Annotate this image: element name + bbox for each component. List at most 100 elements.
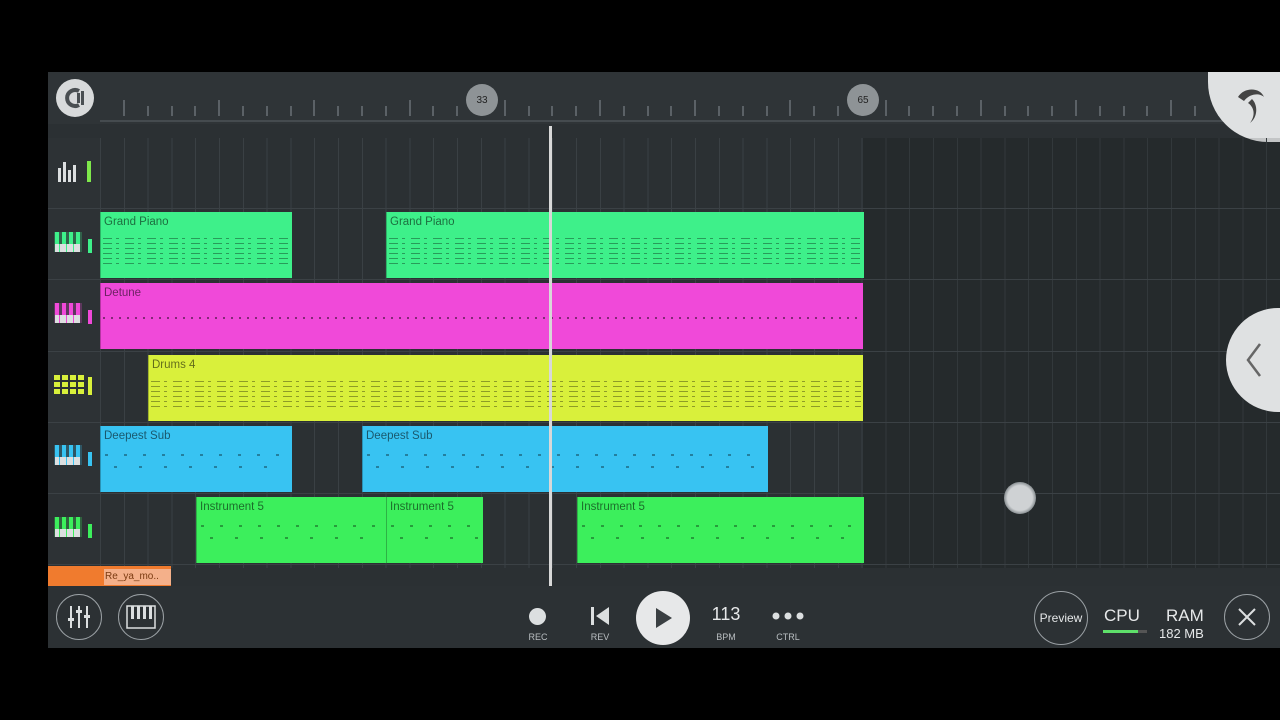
ruler-tick <box>313 100 316 116</box>
bar-marker[interactable]: 33 <box>466 84 498 116</box>
ruler-tick <box>146 106 149 116</box>
playhead[interactable] <box>549 126 552 586</box>
pattern-clip[interactable]: Grand Piano <box>386 212 864 279</box>
ruler-tick <box>1051 106 1054 116</box>
ruler-tick <box>694 100 697 116</box>
track-divider <box>48 350 1280 352</box>
clip-note-preview <box>201 515 382 555</box>
track-header[interactable] <box>48 138 100 208</box>
pattern-clip[interactable]: Instrument 5 <box>196 497 386 563</box>
pattern-clip[interactable]: Drums 4 <box>148 354 863 421</box>
preview-button[interactable]: Preview <box>1034 591 1088 645</box>
bpm-label: BPM <box>716 632 736 642</box>
ruler-tick <box>1027 106 1030 116</box>
ram-value: 182 MB <box>1159 626 1204 641</box>
ruler-tick <box>1003 106 1006 116</box>
pattern-clip-label: Grand Piano <box>104 216 169 229</box>
timeline-ruler[interactable]: 33 65 <box>48 72 1280 142</box>
ruler-tick <box>265 106 268 116</box>
ruler-tick <box>979 100 982 116</box>
clip-note-preview <box>582 515 860 555</box>
audio-clip[interactable]: Re_ya_mo.. <box>48 566 171 586</box>
clip-note-preview <box>391 515 479 555</box>
ruler-tick <box>194 106 197 116</box>
ruler-tick <box>1146 106 1149 116</box>
chevron-left-icon <box>1246 343 1261 377</box>
ruler-tick <box>670 106 673 116</box>
track-header[interactable] <box>48 280 100 351</box>
fl-studio-mobile: 33 65 Grand Piano Grand Piano Detune Drums … <box>48 72 1280 648</box>
ruler-tick <box>599 100 601 116</box>
audio-clip-label: Re_ya_mo.. <box>104 569 171 585</box>
bar-marker[interactable]: 65 <box>847 84 879 116</box>
ruler-tick <box>123 100 125 116</box>
ctrl-button[interactable] <box>770 606 806 626</box>
ruler-tick <box>551 106 554 116</box>
pattern-clip[interactable]: Instrument 5 <box>577 497 864 563</box>
track-divider <box>48 493 1280 494</box>
cpu-label: CPU <box>1104 606 1140 625</box>
pattern-clip-label: Instrument 5 <box>200 501 264 513</box>
bar-marker-label: 65 <box>857 94 869 106</box>
track-divider <box>48 421 1280 423</box>
ruler-tick <box>908 106 911 116</box>
mixer-icon <box>54 156 94 191</box>
track-header[interactable] <box>48 209 100 280</box>
ruler-tick <box>408 100 411 116</box>
ruler-tick <box>218 100 221 116</box>
bpm-value[interactable]: 113 <box>702 604 750 625</box>
close-button[interactable] <box>1224 594 1270 640</box>
clip-note-preview <box>103 238 290 269</box>
pattern-clip[interactable]: Deepest Sub <box>362 425 768 492</box>
scroll-handle[interactable] <box>1004 482 1036 514</box>
ruler-tick <box>1194 106 1196 116</box>
track-header[interactable] <box>48 422 100 493</box>
ruler-tick <box>289 106 292 116</box>
pattern-clip[interactable]: Instrument 5 <box>386 497 483 563</box>
piano-keys-icon <box>126 605 156 629</box>
ruler-tick <box>718 106 720 116</box>
clip-note-preview <box>103 317 861 320</box>
app-menu-button[interactable] <box>56 79 94 117</box>
pattern-clip-label: Detune <box>104 287 142 300</box>
ruler-tick <box>1122 106 1125 116</box>
ruler-baseline <box>100 120 1280 122</box>
pattern-clip-label: Grand Piano <box>390 216 455 229</box>
pattern-clip-label: Instrument 5 <box>581 501 645 513</box>
pattern-clip[interactable]: Deepest Sub <box>100 425 292 492</box>
more-dots-icon <box>772 612 804 620</box>
ruler-tick <box>622 106 625 116</box>
rewind-button[interactable] <box>586 604 614 628</box>
ruler-tick <box>242 106 244 116</box>
ruler-tick <box>837 106 839 116</box>
pattern-clip[interactable]: Detune <box>100 283 863 350</box>
track-divider <box>48 279 1280 281</box>
ruler-tick <box>432 106 435 116</box>
fruit-menu-button[interactable] <box>1208 72 1280 142</box>
record-button[interactable] <box>529 608 546 625</box>
pattern-clip-label: Deepest Sub <box>366 429 433 442</box>
mixer-sliders-icon <box>68 606 90 628</box>
ruler-tick <box>527 106 530 116</box>
play-button[interactable] <box>636 591 690 645</box>
bar-marker-label: 33 <box>476 94 488 106</box>
ram-label: RAM <box>1166 606 1204 625</box>
ruler-tick <box>789 100 792 116</box>
ruler-tick <box>361 106 363 116</box>
track-header[interactable] <box>48 494 100 564</box>
piano-roll-button[interactable] <box>118 594 164 640</box>
ruler-tick <box>384 106 387 116</box>
ruler-tick <box>956 106 958 116</box>
ruler-tick <box>503 100 506 116</box>
mixer-button[interactable] <box>56 594 102 640</box>
bottom-toolbar: REC REV 113 BPM CTRL Preview CPU RAM 182… <box>48 586 1280 648</box>
ruler-tick <box>456 106 459 116</box>
track-header[interactable] <box>48 351 100 422</box>
fruit-logo-icon <box>1238 89 1264 123</box>
track-divider <box>48 564 1280 566</box>
ruler-tick <box>575 106 578 116</box>
close-icon <box>1238 608 1256 626</box>
pattern-clip[interactable]: Grand Piano <box>100 212 292 279</box>
rec-label: REC <box>528 632 548 642</box>
clip-note-preview <box>367 443 764 484</box>
